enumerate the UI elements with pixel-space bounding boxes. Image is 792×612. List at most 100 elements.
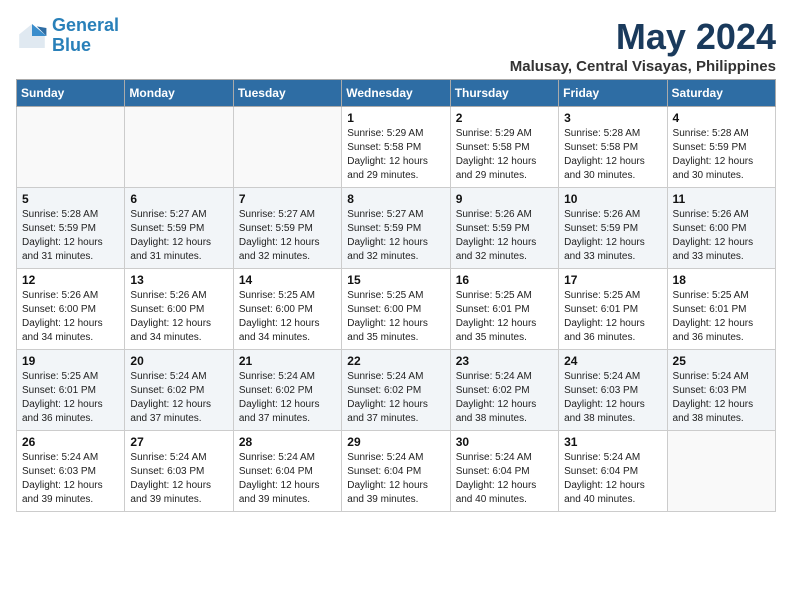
day-info: Sunrise: 5:27 AMSunset: 5:59 PMDaylight:…	[130, 208, 227, 264]
calendar-body: 1Sunrise: 5:29 AMSunset: 5:58 PMDaylight…	[17, 107, 776, 512]
day-number: 31	[564, 435, 661, 449]
day-info: Sunrise: 5:29 AMSunset: 5:58 PMDaylight:…	[456, 127, 553, 183]
day-number: 19	[22, 354, 119, 368]
page-header: General Blue May 2024 Malusay, Central V…	[16, 16, 776, 75]
calendar-cell: 2 Sunrise: 5:29 AMSunset: 5:58 PMDaylight…	[450, 107, 558, 188]
calendar-header: SundayMondayTuesdayWednesdayThursdayFrid…	[17, 80, 776, 107]
day-number: 23	[456, 354, 553, 368]
day-number: 29	[347, 435, 444, 449]
day-info: Sunrise: 5:24 AMSunset: 6:03 PMDaylight:…	[22, 451, 119, 507]
calendar-cell: 8Sunrise: 5:27 AMSunset: 5:59 PMDaylight…	[342, 188, 450, 269]
calendar-week-row: 12 Sunrise: 5:26 AMSunset: 6:00 PMDayligh…	[17, 269, 776, 350]
day-info: Sunrise: 5:28 AMSunset: 5:58 PMDaylight:…	[564, 127, 661, 183]
calendar-cell: 7 Sunrise: 5:27 AMSunset: 5:59 PMDaylight…	[233, 188, 341, 269]
day-info: Sunrise: 5:25 AMSunset: 6:00 PMDaylight:…	[239, 289, 336, 345]
calendar-week-row: 26 Sunrise: 5:24 AMSunset: 6:03 PMDayligh…	[17, 431, 776, 512]
calendar-cell: 24Sunrise: 5:24 AMSunset: 6:03 PMDayligh…	[559, 350, 667, 431]
calendar-cell: 12Sunrise: 5:26 AMSunset: 6:00 PMDayligh…	[17, 269, 125, 350]
day-number: 15	[347, 273, 444, 287]
logo-text: General Blue	[52, 16, 119, 56]
day-info: Sunrise: 5:26 AMSunset: 6:00 PMDaylight:…	[673, 208, 770, 264]
day-info: Sunrise: 5:24 AMSunset: 6:03 PMDaylight:…	[673, 370, 770, 426]
day-number: 6	[130, 192, 227, 206]
day-number: 21	[239, 354, 336, 368]
logo: General Blue	[16, 16, 119, 56]
day-number: 17	[564, 273, 661, 287]
day-number: 18	[673, 273, 770, 287]
day-info: Sunrise: 5:24 AMSunset: 6:04 PMDaylight:…	[347, 451, 444, 507]
day-info: Sunrise: 5:24 AMSunset: 6:02 PMDaylight:…	[239, 370, 336, 426]
calendar-cell: 6 Sunrise: 5:27 AMSunset: 5:59 PMDaylight…	[125, 188, 233, 269]
day-info: Sunrise: 5:27 AMSunset: 5:59 PMDaylight:…	[347, 208, 444, 264]
day-number: 11	[673, 192, 770, 206]
logo-icon	[16, 20, 48, 52]
day-number: 10	[564, 192, 661, 206]
day-number: 16	[456, 273, 553, 287]
day-number: 26	[22, 435, 119, 449]
day-info: Sunrise: 5:25 AMSunset: 6:01 PMDaylight:…	[22, 370, 119, 426]
day-info: Sunrise: 5:24 AMSunset: 6:02 PMDaylight:…	[347, 370, 444, 426]
calendar-cell: 29 Sunrise: 5:24 AMSunset: 6:04 PMDayligh…	[342, 431, 450, 512]
day-number: 4	[673, 111, 770, 125]
calendar-cell: 14 Sunrise: 5:25 AMSunset: 6:00 PMDayligh…	[233, 269, 341, 350]
calendar-cell	[125, 107, 233, 188]
weekday-header: Wednesday	[342, 80, 450, 107]
calendar-table: SundayMondayTuesdayWednesdayThursdayFrid…	[16, 79, 776, 512]
day-info: Sunrise: 5:24 AMSunset: 6:04 PMDaylight:…	[239, 451, 336, 507]
logo-line2: Blue	[52, 36, 119, 56]
day-number: 9	[456, 192, 553, 206]
day-info: Sunrise: 5:24 AMSunset: 6:03 PMDaylight:…	[564, 370, 661, 426]
calendar-week-row: 19 Sunrise: 5:25 AMSunset: 6:01 PMDayligh…	[17, 350, 776, 431]
day-info: Sunrise: 5:26 AMSunset: 6:00 PMDaylight:…	[130, 289, 227, 345]
calendar-cell: 16 Sunrise: 5:25 AMSunset: 6:01 PMDayligh…	[450, 269, 558, 350]
main-title: May 2024	[510, 16, 776, 58]
calendar-cell: 11 Sunrise: 5:26 AMSunset: 6:00 PMDayligh…	[667, 188, 775, 269]
day-info: Sunrise: 5:24 AMSunset: 6:04 PMDaylight:…	[456, 451, 553, 507]
calendar-cell: 19 Sunrise: 5:25 AMSunset: 6:01 PMDayligh…	[17, 350, 125, 431]
day-info: Sunrise: 5:25 AMSunset: 6:01 PMDaylight:…	[456, 289, 553, 345]
calendar-cell: 20Sunrise: 5:24 AMSunset: 6:02 PMDayligh…	[125, 350, 233, 431]
calendar-week-row: 1Sunrise: 5:29 AMSunset: 5:58 PMDaylight…	[17, 107, 776, 188]
calendar-cell: 5 Sunrise: 5:28 AMSunset: 5:59 PMDaylight…	[17, 188, 125, 269]
calendar-cell: 22Sunrise: 5:24 AMSunset: 6:02 PMDayligh…	[342, 350, 450, 431]
calendar-cell: 28 Sunrise: 5:24 AMSunset: 6:04 PMDayligh…	[233, 431, 341, 512]
day-info: Sunrise: 5:24 AMSunset: 6:04 PMDaylight:…	[564, 451, 661, 507]
day-number: 3	[564, 111, 661, 125]
weekday-header: Saturday	[667, 80, 775, 107]
day-number: 12	[22, 273, 119, 287]
subtitle: Malusay, Central Visayas, Philippines	[510, 58, 776, 75]
weekday-header: Tuesday	[233, 80, 341, 107]
day-info: Sunrise: 5:25 AMSunset: 6:01 PMDaylight:…	[564, 289, 661, 345]
calendar-cell: 18Sunrise: 5:25 AMSunset: 6:01 PMDayligh…	[667, 269, 775, 350]
calendar-cell: 25 Sunrise: 5:24 AMSunset: 6:03 PMDayligh…	[667, 350, 775, 431]
header-row: SundayMondayTuesdayWednesdayThursdayFrid…	[17, 80, 776, 107]
title-block: May 2024 Malusay, Central Visayas, Phili…	[510, 16, 776, 75]
calendar-cell: 15Sunrise: 5:25 AMSunset: 6:00 PMDayligh…	[342, 269, 450, 350]
day-number: 2	[456, 111, 553, 125]
day-number: 25	[673, 354, 770, 368]
day-info: Sunrise: 5:24 AMSunset: 6:02 PMDaylight:…	[456, 370, 553, 426]
day-info: Sunrise: 5:27 AMSunset: 5:59 PMDaylight:…	[239, 208, 336, 264]
calendar-cell: 30Sunrise: 5:24 AMSunset: 6:04 PMDayligh…	[450, 431, 558, 512]
day-number: 5	[22, 192, 119, 206]
calendar-cell: 21 Sunrise: 5:24 AMSunset: 6:02 PMDayligh…	[233, 350, 341, 431]
calendar-cell: 26 Sunrise: 5:24 AMSunset: 6:03 PMDayligh…	[17, 431, 125, 512]
calendar-cell: 4 Sunrise: 5:28 AMSunset: 5:59 PMDaylight…	[667, 107, 775, 188]
weekday-header: Sunday	[17, 80, 125, 107]
day-number: 14	[239, 273, 336, 287]
calendar-cell	[17, 107, 125, 188]
calendar-cell: 23 Sunrise: 5:24 AMSunset: 6:02 PMDayligh…	[450, 350, 558, 431]
day-number: 7	[239, 192, 336, 206]
day-number: 20	[130, 354, 227, 368]
calendar-cell	[233, 107, 341, 188]
calendar-cell: 9 Sunrise: 5:26 AMSunset: 5:59 PMDaylight…	[450, 188, 558, 269]
day-info: Sunrise: 5:28 AMSunset: 5:59 PMDaylight:…	[22, 208, 119, 264]
day-info: Sunrise: 5:26 AMSunset: 5:59 PMDaylight:…	[564, 208, 661, 264]
day-number: 27	[130, 435, 227, 449]
calendar-cell: 10 Sunrise: 5:26 AMSunset: 5:59 PMDayligh…	[559, 188, 667, 269]
calendar-cell: 3 Sunrise: 5:28 AMSunset: 5:58 PMDaylight…	[559, 107, 667, 188]
day-info: Sunrise: 5:28 AMSunset: 5:59 PMDaylight:…	[673, 127, 770, 183]
day-info: Sunrise: 5:26 AMSunset: 5:59 PMDaylight:…	[456, 208, 553, 264]
day-number: 28	[239, 435, 336, 449]
calendar-cell: 1Sunrise: 5:29 AMSunset: 5:58 PMDaylight…	[342, 107, 450, 188]
